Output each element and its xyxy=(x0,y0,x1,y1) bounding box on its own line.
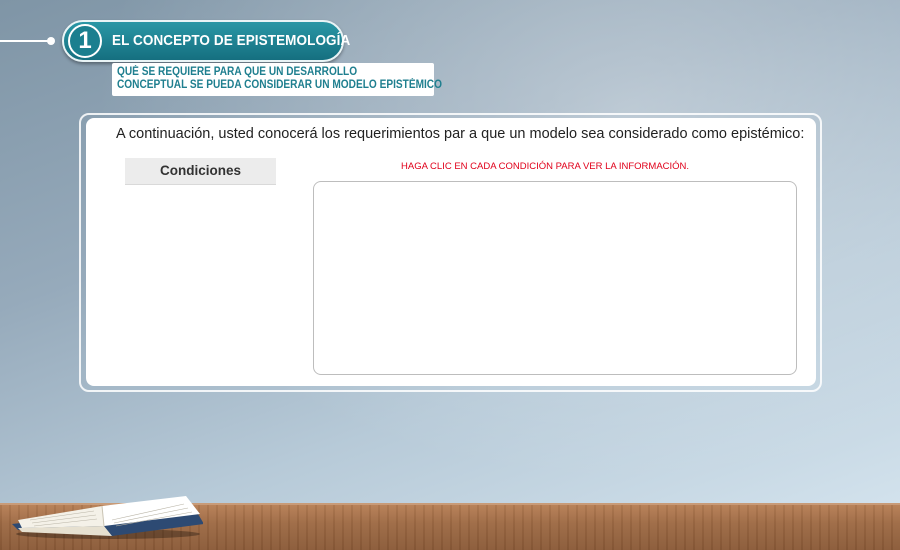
subtitle-line-1: QUÉ SE REQUIERE PARA QUE UN DESARROLLO xyxy=(117,66,358,78)
section-number: 1 xyxy=(68,24,102,58)
header-connector-line xyxy=(0,40,52,42)
section-title: EL CONCEPTO DE EPISTEMOLOGÍA xyxy=(112,32,351,49)
conditions-header: Condiciones xyxy=(125,158,276,185)
open-book-icon xyxy=(12,496,203,539)
intro-text: A continuación, usted conocerá los reque… xyxy=(116,126,805,142)
header-connector-dot xyxy=(47,37,55,45)
instruction-hint: HAGA CLIC EN CADA CONDICIÓN PARA VER LA … xyxy=(401,161,690,172)
subtitle-line-2: CONCEPTUAL SE PUEDA CONSIDERAR UN MODELO… xyxy=(117,79,442,91)
information-display-box xyxy=(313,181,797,375)
